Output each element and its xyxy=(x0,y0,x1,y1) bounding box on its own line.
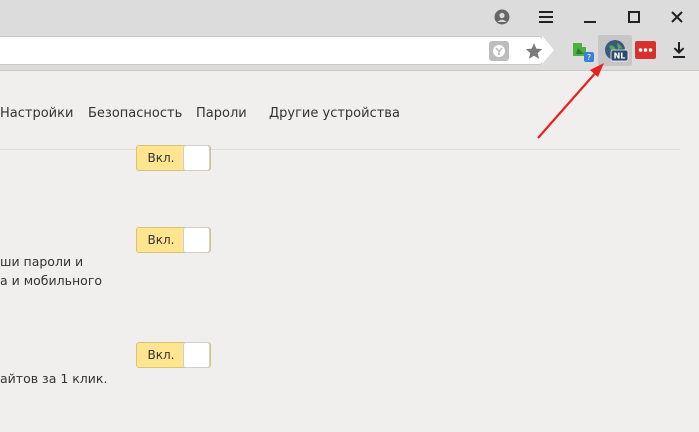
settings-tabs: Настройки Безопасность Пароли Другие уст… xyxy=(0,100,699,128)
setting-toggle-1[interactable]: Вкл. xyxy=(136,145,211,171)
setting-description-3: айтов за 1 клик. xyxy=(0,371,108,386)
tabs-divider xyxy=(0,149,680,150)
tab-security[interactable]: Безопасность xyxy=(88,106,182,121)
svg-text:?: ? xyxy=(587,53,591,62)
maximize-icon[interactable] xyxy=(612,0,656,33)
tab-passwords[interactable]: Пароли xyxy=(196,106,247,121)
toggle-knob xyxy=(183,227,210,253)
toggle-knob xyxy=(183,145,210,171)
toggle-label: Вкл. xyxy=(147,151,175,165)
protect-shield-icon[interactable] xyxy=(489,41,509,61)
tab-settings[interactable]: Настройки xyxy=(0,106,73,121)
nl-globe-extension-icon[interactable]: NL xyxy=(603,38,629,62)
address-bar-input[interactable] xyxy=(0,36,543,65)
window-titlebar xyxy=(0,0,699,33)
profile-icon[interactable] xyxy=(480,0,524,33)
tab-other-devices[interactable]: Другие устройства xyxy=(269,106,400,121)
star-icon[interactable] xyxy=(523,40,545,62)
setting-description-2b: а и мобильного xyxy=(0,273,103,288)
hamburger-menu-icon[interactable] xyxy=(524,0,568,33)
toggle-label: Вкл. xyxy=(147,348,175,362)
green-puzzle-extension-icon[interactable]: ? xyxy=(570,38,594,62)
setting-description-2a: ши пароли и xyxy=(0,254,84,269)
close-icon[interactable] xyxy=(655,0,699,33)
download-icon[interactable] xyxy=(667,38,691,62)
setting-toggle-3[interactable]: Вкл. xyxy=(136,342,211,368)
toggle-knob xyxy=(183,342,210,368)
minimize-icon[interactable] xyxy=(568,0,612,33)
red-dots-extension-icon[interactable] xyxy=(634,38,658,62)
svg-text:NL: NL xyxy=(614,52,626,61)
setting-toggle-2[interactable]: Вкл. xyxy=(136,227,211,253)
toggle-label: Вкл. xyxy=(147,233,175,247)
